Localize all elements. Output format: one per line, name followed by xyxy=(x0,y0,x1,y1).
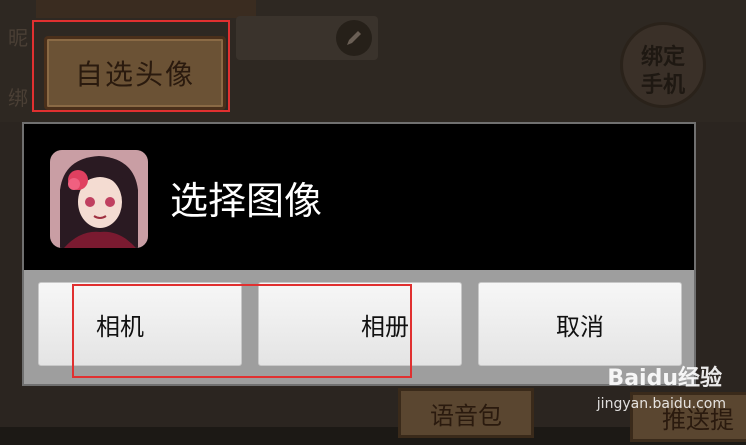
cancel-button-label: 取消 xyxy=(556,312,604,341)
scroll-rod xyxy=(36,0,256,18)
anime-girl-app-icon xyxy=(50,150,148,248)
baidu-watermark: Baidu经验 xyxy=(607,366,722,391)
voice-pack-button[interactable]: 语音包 xyxy=(398,388,534,438)
side-label-nickname: 昵 xyxy=(8,26,28,50)
bind-phone-button[interactable]: 绑定 手机 xyxy=(620,22,706,108)
pencil-icon[interactable] xyxy=(336,20,372,56)
highlight-box-buttons xyxy=(72,284,412,378)
side-label-bind: 绑 xyxy=(8,86,28,110)
highlight-box-avatar xyxy=(32,20,230,112)
baidu-watermark-url: jingyan.baidu.com xyxy=(596,396,726,412)
bind-phone-line2: 手机 xyxy=(640,73,685,98)
cancel-button[interactable]: 取消 xyxy=(478,282,682,366)
dialog-title: 选择图像 xyxy=(170,179,323,223)
